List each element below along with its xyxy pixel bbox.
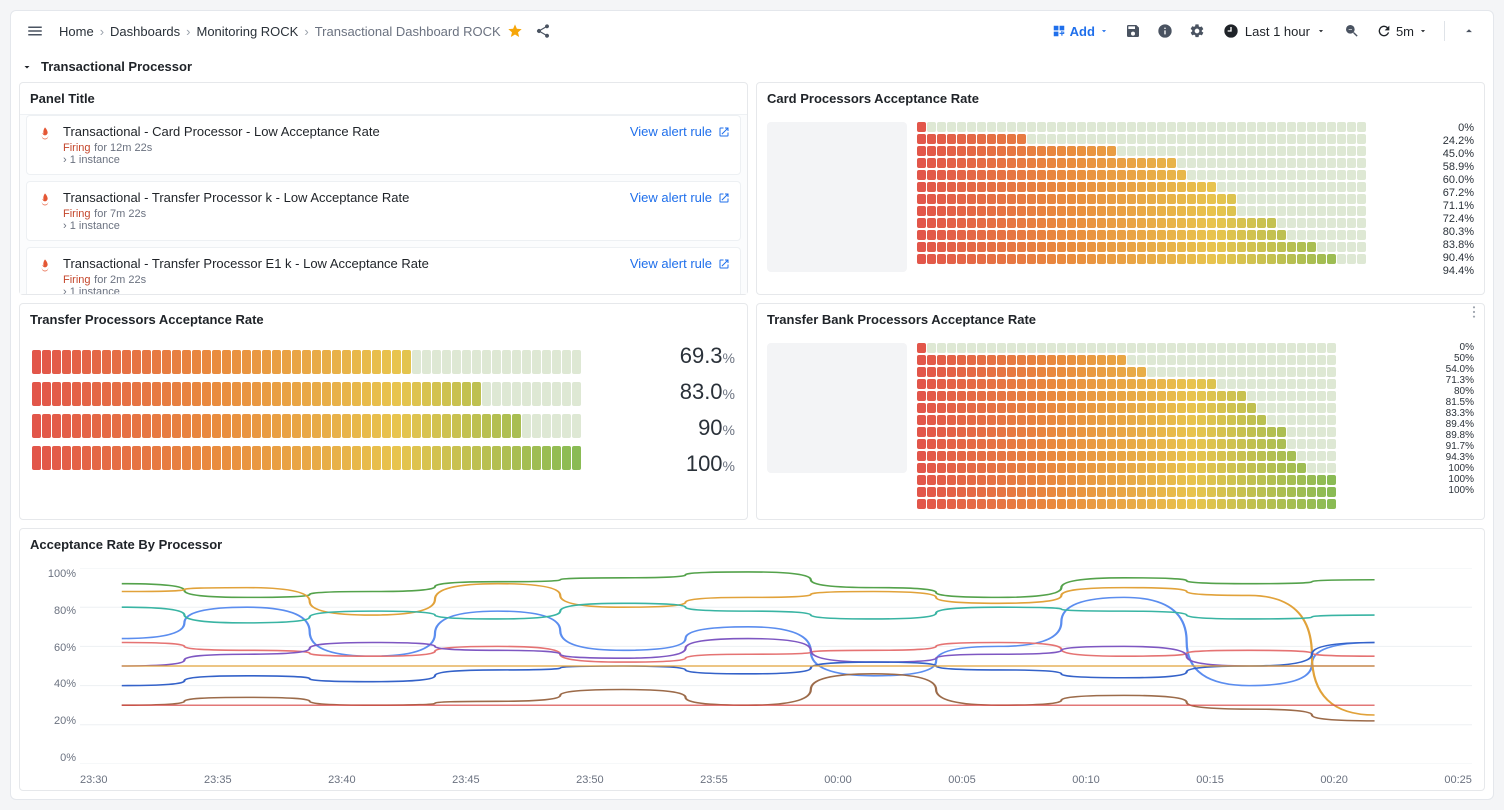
heat-value: 45.0% xyxy=(1443,148,1474,160)
star-icon[interactable] xyxy=(507,23,523,39)
heat-value: 94.3% xyxy=(1446,453,1474,463)
fire-icon xyxy=(37,258,53,274)
heat-value: 50% xyxy=(1454,354,1474,364)
refresh-dropdown[interactable]: 5m xyxy=(1370,21,1434,41)
value-list: 0%50%54.0%71.3%80%81.5%83.3%89.4%89.8%91… xyxy=(1438,343,1474,509)
heat-value: 81.5% xyxy=(1446,398,1474,408)
heat-value: 83.8% xyxy=(1443,239,1474,251)
panel-title: Transfer Bank Processors Acceptance Rate xyxy=(757,304,1484,335)
heat-value: 58.9% xyxy=(1443,161,1474,173)
info-icon[interactable] xyxy=(1151,17,1179,45)
heat-value: 0% xyxy=(1460,343,1474,353)
heat-value: 80% xyxy=(1454,387,1474,397)
alert-item[interactable]: Transactional - Transfer Processor E1 k … xyxy=(26,247,741,294)
panel-transfer-processors: Transfer Processors Acceptance Rate 69.3… xyxy=(19,303,748,520)
share-icon[interactable] xyxy=(529,17,557,45)
fire-icon xyxy=(37,192,53,208)
row-title: Transactional Processor xyxy=(41,59,192,74)
heatmap xyxy=(917,122,1425,277)
alert-name: Transactional - Transfer Processor E1 k … xyxy=(63,256,620,271)
heat-value: 100% xyxy=(1448,475,1474,485)
panel-transfer-bank: Transfer Bank Processors Acceptance Rate… xyxy=(756,303,1485,520)
line-chart[interactable]: 100%80%60%40%20%0% 23:3023:3523:4023:452… xyxy=(20,560,1484,790)
header: Home › Dashboards › Monitoring ROCK › Tr… xyxy=(11,11,1493,51)
view-alert-link[interactable]: View alert rule xyxy=(630,190,730,205)
heat-value: 0% xyxy=(1458,122,1474,134)
panel-line-chart: Acceptance Rate By Processor 100%80%60%4… xyxy=(19,528,1485,791)
breadcrumb-parent[interactable]: Monitoring ROCK xyxy=(196,24,298,39)
time-range-picker[interactable]: Last 1 hour xyxy=(1215,19,1334,43)
chevron-down-icon xyxy=(21,61,33,73)
stat-value: 90% xyxy=(698,415,735,441)
instances[interactable]: › 1 instance xyxy=(63,154,620,166)
breadcrumb-dashboards[interactable]: Dashboards xyxy=(110,24,180,39)
heatmap xyxy=(917,343,1428,509)
heat-value: 100% xyxy=(1448,486,1474,496)
instances[interactable]: › 1 instance xyxy=(63,286,620,294)
heat-value: 71.1% xyxy=(1443,200,1474,212)
x-axis: 23:3023:3523:4023:4523:5023:5500:0000:05… xyxy=(80,774,1472,786)
firing-label: Firing xyxy=(63,208,91,220)
firing-label: Firing xyxy=(63,142,91,154)
stat-value: 100% xyxy=(686,451,735,477)
heat-value: 83.3% xyxy=(1446,409,1474,419)
heat-value: 67.2% xyxy=(1443,187,1474,199)
menu-icon[interactable] xyxy=(21,17,49,45)
heat-value: 91.7% xyxy=(1446,442,1474,452)
fire-icon xyxy=(37,126,53,142)
heat-value: 100% xyxy=(1448,464,1474,474)
instances[interactable]: › 1 instance xyxy=(63,220,620,232)
zoom-out-icon[interactable] xyxy=(1338,17,1366,45)
heat-value: 24.2% xyxy=(1443,135,1474,147)
kebab-icon[interactable] xyxy=(1466,304,1482,320)
panel-title: Panel Title xyxy=(20,83,747,114)
alert-name: Transactional - Card Processor - Low Acc… xyxy=(63,124,620,139)
y-axis: 100%80%60%40%20%0% xyxy=(28,568,76,764)
panel-alerts: Panel Title Transactional - Card Process… xyxy=(19,82,748,295)
panel-card-processors: Card Processors Acceptance Rate 0%24.2%4… xyxy=(756,82,1485,295)
alert-list: Transactional - Card Processor - Low Acc… xyxy=(20,114,747,294)
heat-value: 54.0% xyxy=(1446,365,1474,375)
heat-value: 89.4% xyxy=(1446,420,1474,430)
add-button[interactable]: Add xyxy=(1046,17,1115,45)
alert-item[interactable]: Transactional - Transfer Processor k - L… xyxy=(26,181,741,241)
alert-item[interactable]: Transactional - Card Processor - Low Acc… xyxy=(26,115,741,175)
heat-value: 60.0% xyxy=(1443,174,1474,186)
heat-value: 80.3% xyxy=(1443,226,1474,238)
row-header[interactable]: Transactional Processor xyxy=(11,51,1493,82)
view-alert-link[interactable]: View alert rule xyxy=(630,256,730,271)
heat-value: 89.8% xyxy=(1446,431,1474,441)
value-list: 69.3% 83.0% 90% 100% xyxy=(680,343,735,477)
breadcrumb-current: Transactional Dashboard ROCK xyxy=(315,24,501,39)
save-icon[interactable] xyxy=(1119,17,1147,45)
header-toolbar: Add Last 1 hour xyxy=(1046,17,1483,45)
panel-title: Card Processors Acceptance Rate xyxy=(757,83,1484,114)
breadcrumb: Home › Dashboards › Monitoring ROCK › Tr… xyxy=(59,17,1036,45)
alert-name: Transactional - Transfer Processor k - L… xyxy=(63,190,620,205)
panel-title: Acceptance Rate By Processor xyxy=(20,529,1484,560)
heatmap xyxy=(32,350,664,470)
stat-value: 69.3% xyxy=(680,343,735,369)
legend-placeholder xyxy=(767,122,907,272)
heat-value: 71.3% xyxy=(1446,376,1474,386)
firing-label: Firing xyxy=(63,274,91,286)
heat-value: 94.4% xyxy=(1443,265,1474,277)
heat-value: 72.4% xyxy=(1443,213,1474,225)
chevron-up-icon[interactable] xyxy=(1455,17,1483,45)
breadcrumb-home[interactable]: Home xyxy=(59,24,94,39)
view-alert-link[interactable]: View alert rule xyxy=(630,124,730,139)
value-list: 0%24.2%45.0%58.9%60.0%67.2%71.1%72.4%80.… xyxy=(1435,122,1474,277)
stat-value: 83.0% xyxy=(680,379,735,405)
heat-value: 90.4% xyxy=(1443,252,1474,264)
panel-title: Transfer Processors Acceptance Rate xyxy=(20,304,747,335)
gear-icon[interactable] xyxy=(1183,17,1211,45)
legend-placeholder xyxy=(767,343,907,473)
